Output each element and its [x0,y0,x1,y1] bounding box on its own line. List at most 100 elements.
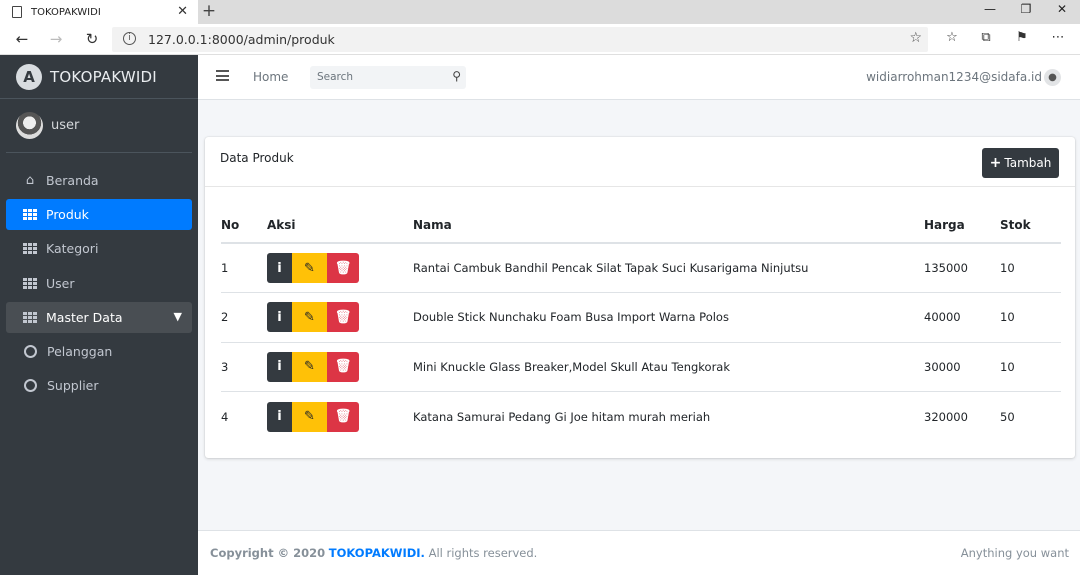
col-aksi: Aksi [267,207,413,244]
more-icon[interactable]: ⋯ [1048,30,1068,45]
add-button-label: Tambah [1004,156,1052,170]
close-window-icon[interactable]: ✕ [1052,2,1072,16]
trash-icon: 🗑 [334,359,352,375]
footer-right-text: Anything you want [960,546,1069,560]
detail-button[interactable]: i [267,401,292,432]
cell-harga: 30000 [924,341,1000,392]
search-input[interactable]: Search ⚲ [310,66,466,89]
sidebar-item-label: Produk [46,207,89,223]
collections-icon[interactable]: ⧉ [976,30,996,45]
cell-no: 4 [221,391,267,442]
add-product-button[interactable]: + Tambah [982,148,1059,178]
back-icon[interactable]: ← [12,30,32,48]
favorites-icon[interactable]: ☆ [942,30,962,45]
edit-button[interactable]: ✎ [292,253,327,284]
sidebar-item-label: User [46,275,75,291]
cell-stok: 10 [1000,261,1015,276]
cell-harga: 320000 [924,391,1000,442]
url-text: 127.0.0.1:8000/admin/produk [148,32,335,47]
top-navbar: Home Search ⚲ widiarrohman1234@sidafa.id… [198,55,1080,100]
table-row: 1 i ✎ 🗑 Rantai Cambuk Bandhil Pencak Sil… [221,243,1061,293]
footer: Copyright © 2020 TOKOPAKWIDI. All rights… [198,530,1080,575]
close-tab-icon[interactable]: ✕ [177,4,188,19]
footer-brand-link[interactable]: TOKOPAKWIDI. [329,546,425,560]
cell-nama: Katana Samurai Pedang Gi Joe hitam murah… [413,391,924,442]
page-icon [12,6,22,18]
cell-nama: Double Stick Nunchaku Foam Busa Import W… [413,292,924,343]
sidebar-item-beranda[interactable]: ⌂ Beranda [6,165,192,196]
delete-button[interactable]: 🗑 [327,302,359,333]
cell-no: 3 [221,341,267,392]
edit-icon: ✎ [304,359,315,375]
col-nama: Nama [413,207,924,244]
cell-no: 2 [221,292,267,343]
cell-no: 1 [221,261,229,276]
sidebar-item-master-data[interactable]: Master Data ▼ [6,301,192,333]
col-no: No [221,207,267,244]
user-panel[interactable]: user [6,99,192,153]
brand-link[interactable]: A TOKOPAKWIDI [0,55,198,99]
refresh-icon[interactable]: ↻ [82,30,102,48]
card-title: Data Produk [220,151,294,165]
cell-nama: Mini Knuckle Glass Breaker,Model Skull A… [413,341,924,392]
cell-harga: 135000 [924,261,968,276]
info-icon[interactable]: i [123,32,136,45]
sidebar-item-supplier[interactable]: Supplier [6,370,192,401]
browser-tab[interactable]: TOKOPAKWIDI ✕ [0,0,198,24]
cell-nama: Rantai Cambuk Bandhil Pencak Silat Tapak… [413,261,809,276]
circle-icon [24,344,37,358]
grid-icon [23,209,37,221]
grid-icon [23,243,37,255]
url-field[interactable]: i 127.0.0.1:8000/admin/produk ☆ [112,27,928,52]
chevron-down-icon: ▼ [173,309,182,323]
product-table: No Aksi Nama Harga Stok 1 i ✎ 🗑 Rantai C… [221,207,1061,442]
tab-title: TOKOPAKWIDI [31,6,101,18]
edit-button[interactable]: ✎ [292,302,327,333]
minimize-icon[interactable]: — [980,2,1000,16]
user-avatar-icon[interactable]: ● [1044,69,1061,86]
sidebar-item-produk[interactable]: Produk [6,199,192,231]
copyright-prefix: Copyright © 2020 [210,546,326,560]
new-tab-icon[interactable]: + [200,1,218,21]
edit-button[interactable]: ✎ [292,401,327,432]
trash-icon: 🗑 [334,260,352,276]
table-row: 3 i ✎ 🗑 Mini Knuckle Glass Breaker,Model… [221,341,1061,392]
nav-home-link[interactable]: Home [253,70,288,84]
hamburger-menu-icon[interactable] [216,70,229,81]
sidebar-item-label: Pelanggan [47,343,113,359]
table-header-row: No Aksi Nama Harga Stok [221,207,1061,244]
info-icon: i [277,309,282,325]
restore-icon[interactable]: ❐ [1016,2,1036,16]
delete-button[interactable]: 🗑 [327,351,359,382]
cell-stok: 10 [1000,341,1061,392]
detail-button[interactable]: i [267,351,292,382]
sidebar-item-label: Beranda [46,173,99,188]
card-header: Data Produk + Tambah [205,137,1075,187]
forward-icon[interactable]: → [46,30,66,48]
edit-icon: ✎ [304,409,315,425]
avatar [16,112,43,139]
sidebar-item-kategori[interactable]: Kategori [6,233,192,264]
col-harga: Harga [924,207,1000,244]
brand-text: TOKOPAKWIDI [50,67,157,86]
delete-button[interactable]: 🗑 [327,401,359,432]
plus-icon: + [989,155,1002,171]
grid-icon [23,277,37,289]
detail-button[interactable]: i [267,302,292,333]
edit-icon: ✎ [304,260,315,276]
user-email[interactable]: widiarrohman1234@sidafa.id [866,70,1042,84]
copyright-suffix: All rights reserved. [428,546,538,560]
cell-aksi: i ✎ 🗑 [267,243,413,293]
favorite-star-icon[interactable]: ☆ [909,30,922,46]
cell-stok: 50 [1000,391,1061,442]
sidebar-item-pelanggan[interactable]: Pelanggan [6,336,192,367]
search-icon[interactable]: ⚲ [452,69,461,83]
delete-button[interactable]: 🗑 [327,253,359,284]
detail-button[interactable]: i [267,253,292,284]
sidebar-item-user[interactable]: User [6,268,192,299]
user-name: user [51,118,80,133]
col-stok: Stok [1000,207,1061,244]
product-card: Data Produk + Tambah No Aksi Nama Harga … [205,137,1075,458]
extension-icon[interactable]: ⚑ [1012,30,1032,45]
edit-button[interactable]: ✎ [292,351,327,382]
